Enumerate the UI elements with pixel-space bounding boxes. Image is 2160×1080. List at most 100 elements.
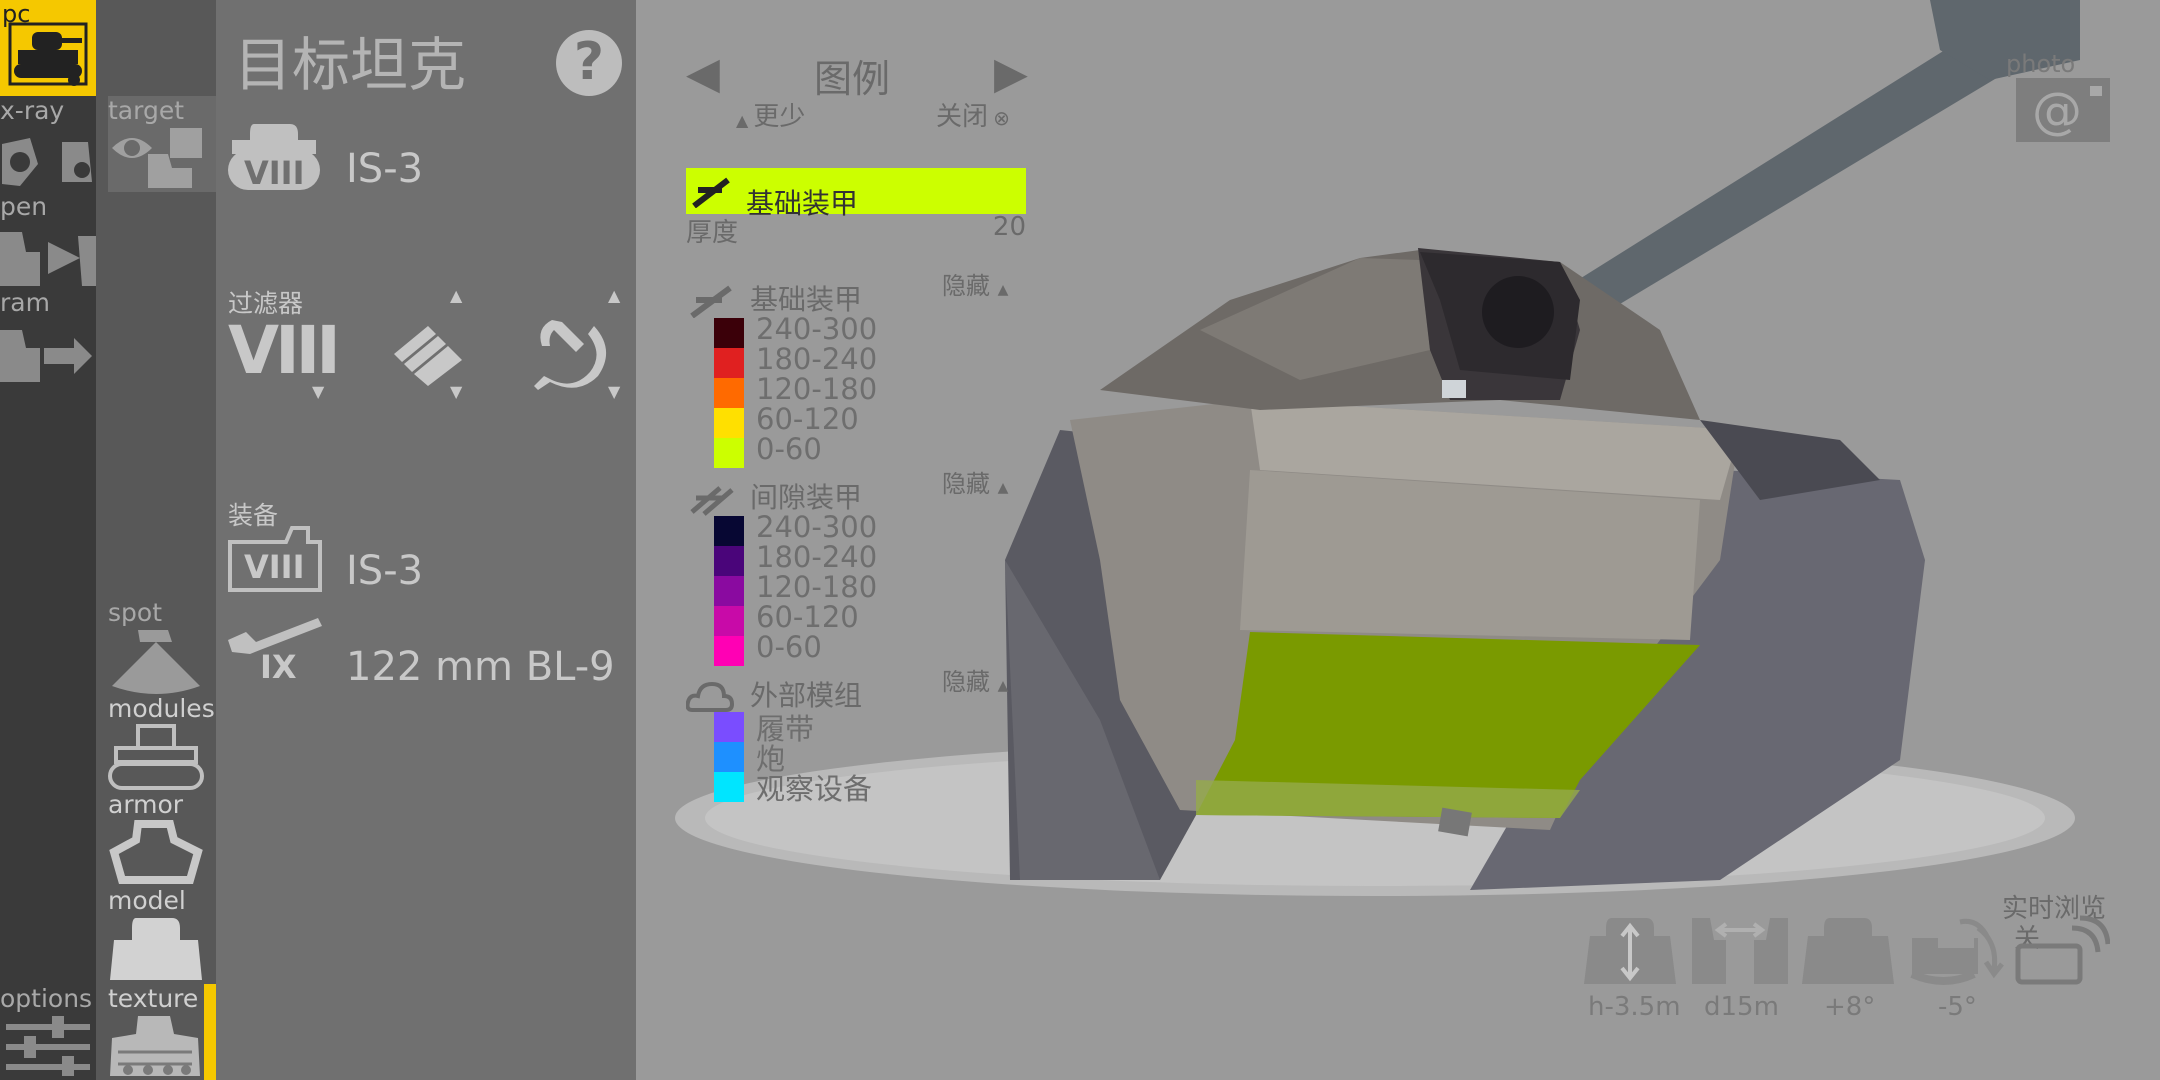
help-icon: ? [573, 32, 605, 92]
spaced-armor-section-icon [690, 486, 734, 516]
mode-xray-label: x-ray [0, 96, 65, 125]
distance-control-icon[interactable] [1690, 914, 1790, 988]
filter-class-up-icon: ▲ [450, 286, 463, 305]
mode-options-label: options [0, 984, 93, 1013]
legend-close-button[interactable]: 关闭 ⊗ [936, 96, 1010, 133]
filter-class-button[interactable]: ▲ ▼ [382, 286, 482, 402]
base-armor-section-icon [690, 285, 732, 318]
pitch-down-value: -5° [1938, 992, 1977, 1022]
photo-button[interactable]: @ [2016, 78, 2110, 142]
pitch-down-control-icon[interactable] [1908, 918, 2004, 990]
range-spaced-240-300: 240-300 [756, 510, 878, 544]
mode-sidebar: pc x-ray pen ram options [0, 0, 96, 1080]
target-tank-selector[interactable]: VIII IS-3 [226, 118, 526, 198]
live-view-device-icon[interactable] [2014, 914, 2110, 986]
pitch-up-value: +8° [1824, 992, 1876, 1022]
swatch-base-60-120 [714, 408, 744, 438]
ram-icon[interactable] [0, 318, 96, 388]
swatch-spaced-180-240 [714, 546, 744, 576]
module-optics: 观察设备 [756, 772, 873, 806]
texture-label: texture [108, 984, 199, 1013]
modules-label: modules [108, 694, 215, 723]
swatch-spaced-60-120 [714, 606, 744, 636]
legend-less-icon: ▲ [736, 111, 749, 130]
hide-modules-label: 隐藏 [942, 668, 990, 696]
hide-base-armor-button[interactable]: 隐藏 ▲ [942, 266, 1008, 301]
range-base-240-300: 240-300 [756, 312, 878, 346]
legend-less-label: 更少 [753, 102, 806, 132]
filter-nation-button[interactable]: ▲ ▼ [532, 286, 632, 402]
model-label: model [108, 886, 186, 915]
selected-armor-label: 基础装甲 [746, 187, 859, 220]
model-icon[interactable] [108, 914, 204, 984]
range-spaced-180-240: 180-240 [756, 540, 878, 574]
filter-nation-up-icon: ▲ [608, 286, 621, 305]
target-tank-panel: 目标坦克 ? VIII IS-3 过滤器 VIII ▼ ▲ ▼ ▲ ▼ 装备 V… [216, 0, 636, 1080]
equipment-hull-selector[interactable]: VIII IS-3 [226, 522, 526, 594]
cloud-modules-icon [686, 681, 734, 712]
base-armor-icon [692, 177, 730, 208]
hide-modules-button[interactable]: 隐藏 ▲ [942, 662, 1008, 697]
swatch-spaced-240-300 [714, 516, 744, 546]
thickness-label: 厚度 [686, 218, 739, 248]
hide-spaced-armor-button[interactable]: 隐藏 ▲ [942, 464, 1008, 499]
tank-icon [8, 22, 88, 86]
swatch-base-180-240 [714, 348, 744, 378]
spot-icon[interactable] [108, 626, 204, 698]
pitch-up-control-icon[interactable] [1800, 914, 1896, 988]
legend-prev-button[interactable]: ◀ [686, 48, 720, 99]
mode-ram-label: ram [0, 288, 50, 317]
gun-tier: IX [260, 648, 297, 686]
texture-active-indicator [204, 984, 216, 1080]
range-spaced-60-120: 60-120 [756, 600, 859, 634]
mode-pen-label: pen [0, 192, 48, 221]
swatch-base-240-300 [714, 318, 744, 348]
legend-panel: ◀ 图例 ▶ ▲ 更少 关闭 ⊗ 基础装甲 厚度 20 基础装甲 隐藏 ▲ 24… [686, 40, 1066, 820]
thickness-value: 20 [992, 212, 1026, 242]
mode-pc-button[interactable]: pc [0, 0, 96, 96]
filter-tier-value: VIII [228, 312, 341, 389]
penetration-icon[interactable] [0, 222, 96, 292]
filter-tier-dropdown-icon: ▼ [312, 382, 325, 401]
range-spaced-0-60: 0-60 [756, 630, 822, 664]
close-icon: ⊗ [993, 106, 1010, 130]
filter-nation-down-icon: ▼ [608, 382, 621, 401]
hide-base-armor-up-icon: ▲ [997, 282, 1009, 298]
equipment-gun-selector[interactable]: IX 122 mm BL-9 [226, 614, 626, 690]
sliders-icon[interactable] [6, 1016, 90, 1076]
legend-title: 图例 [814, 57, 891, 101]
target-label: target [108, 96, 185, 125]
legend-close-label: 关闭 [936, 102, 989, 132]
armor-icon[interactable] [108, 818, 204, 890]
texture-icon[interactable] [108, 1012, 202, 1080]
legend-less-button[interactable]: ▲ 更少 [736, 96, 805, 133]
photo-label: photo [2006, 50, 2076, 78]
tank-class-icon [394, 326, 462, 386]
target-tank-name: IS-3 [346, 146, 424, 192]
range-base-120-180: 120-180 [756, 372, 878, 406]
panel-title: 目标坦克 [234, 31, 467, 99]
swatch-module-optics [714, 772, 744, 802]
help-button[interactable]: ? [556, 30, 622, 96]
hide-spaced-armor-label: 隐藏 [942, 470, 990, 498]
filter-tier-button[interactable]: VIII ▼ [226, 312, 346, 402]
height-control-icon[interactable] [1582, 914, 1678, 988]
swatch-module-tracks [714, 712, 744, 742]
tank-3d-viewport[interactable]: ◀ 图例 ▶ ▲ 更少 关闭 ⊗ 基础装甲 厚度 20 基础装甲 隐藏 ▲ 24… [636, 0, 2160, 1080]
distance-value: d15m [1704, 992, 1779, 1022]
swatch-spaced-120-180 [714, 576, 744, 606]
ussr-nation-icon [534, 320, 607, 390]
eye-target-icon [112, 128, 202, 188]
swatch-base-0-60 [714, 438, 744, 468]
target-button[interactable]: target [108, 96, 216, 192]
hide-spaced-armor-up-icon: ▲ [997, 480, 1009, 496]
spot-label: spot [108, 598, 162, 627]
range-base-60-120: 60-120 [756, 402, 859, 436]
modules-icon[interactable] [108, 722, 204, 792]
legend-next-button[interactable]: ▶ [994, 48, 1028, 99]
gun-name: 122 mm BL-9 [346, 644, 615, 690]
selected-armor-banner: 基础装甲 [686, 168, 1026, 220]
xray-icon[interactable] [0, 124, 96, 194]
range-base-180-240: 180-240 [756, 342, 878, 376]
equip-hull-name: IS-3 [346, 548, 424, 594]
